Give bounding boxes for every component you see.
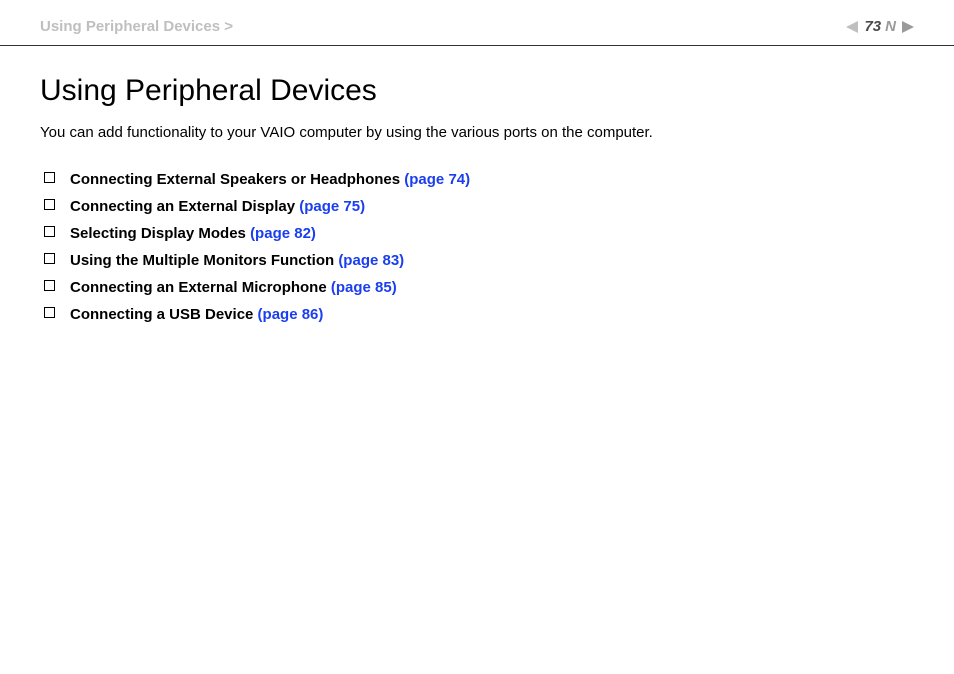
toc-item: Selecting Display Modes (page 82) [70, 225, 914, 242]
page-title: Using Peripheral Devices [40, 74, 914, 108]
bullet-icon [44, 307, 55, 318]
toc-item: Using the Multiple Monitors Function (pa… [70, 252, 914, 269]
toc-list: Connecting External Speakers or Headphon… [40, 171, 914, 323]
toc-label: Selecting Display Modes [70, 225, 250, 242]
bullet-icon [44, 199, 55, 210]
prev-page-icon[interactable] [846, 21, 858, 33]
bullet-icon [44, 172, 55, 183]
toc-label: Connecting a USB Device [70, 306, 258, 323]
page-ref-link[interactable]: (page 86) [258, 306, 324, 323]
toc-item: Connecting an External Display (page 75) [70, 198, 914, 215]
toc-item: Connecting an External Microphone (page … [70, 279, 914, 296]
page-ref-link[interactable]: (page 74) [404, 171, 470, 188]
page-ref-link[interactable]: (page 75) [299, 198, 365, 215]
page-number: 73 [864, 18, 881, 35]
toc-label: Connecting External Speakers or Headphon… [70, 171, 404, 188]
breadcrumb: Using Peripheral Devices > [40, 18, 233, 35]
page-ref-link[interactable]: (page 83) [338, 252, 404, 269]
bullet-icon [44, 253, 55, 264]
content: Using Peripheral Devices You can add fun… [0, 46, 954, 373]
n-letter: N [885, 18, 896, 35]
toc-label: Connecting an External Display [70, 198, 299, 215]
toc-item: Connecting a USB Device (page 86) [70, 306, 914, 323]
toc-label: Using the Multiple Monitors Function [70, 252, 338, 269]
pager: 73 N [846, 18, 914, 35]
intro-text: You can add functionality to your VAIO c… [40, 124, 914, 141]
toc-label: Connecting an External Microphone [70, 279, 331, 296]
next-page-icon[interactable] [902, 21, 914, 33]
page-ref-link[interactable]: (page 82) [250, 225, 316, 242]
page-ref-link[interactable]: (page 85) [331, 279, 397, 296]
bullet-icon [44, 280, 55, 291]
bullet-icon [44, 226, 55, 237]
toc-item: Connecting External Speakers or Headphon… [70, 171, 914, 188]
header: Using Peripheral Devices > 73 N [0, 0, 954, 45]
